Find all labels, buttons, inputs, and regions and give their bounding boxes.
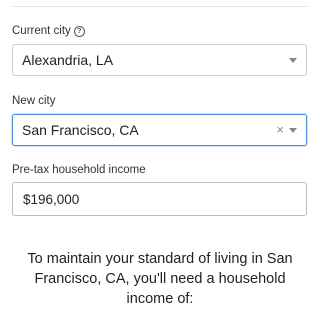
new-city-select[interactable]: San Francisco, CA × bbox=[12, 114, 307, 146]
income-label-row: Pre-tax household income bbox=[12, 164, 146, 176]
current-city-label-row: Current city ? bbox=[12, 25, 85, 37]
income-input[interactable]: $196,000 bbox=[12, 182, 307, 216]
new-city-value: San Francisco, CA bbox=[22, 122, 139, 138]
new-city-label: New city bbox=[12, 95, 56, 107]
current-city-select[interactable]: Alexandria, LA bbox=[12, 44, 307, 76]
chevron-down-icon[interactable] bbox=[289, 58, 297, 63]
new-city-label-row: New city bbox=[12, 95, 55, 107]
divider bbox=[12, 6, 308, 7]
cost-of-living-calculator: Current city ? Alexandria, LA New city S… bbox=[0, 0, 320, 320]
current-city-value: Alexandria, LA bbox=[22, 52, 114, 68]
result-text: To maintain your standard of living in S… bbox=[27, 251, 293, 307]
question-circle-icon[interactable]: ? bbox=[73, 25, 85, 37]
current-city-label: Current city bbox=[12, 25, 71, 37]
income-label: Pre-tax household income bbox=[12, 164, 146, 176]
chevron-down-icon[interactable] bbox=[289, 128, 297, 133]
clear-icon[interactable]: × bbox=[276, 122, 284, 138]
